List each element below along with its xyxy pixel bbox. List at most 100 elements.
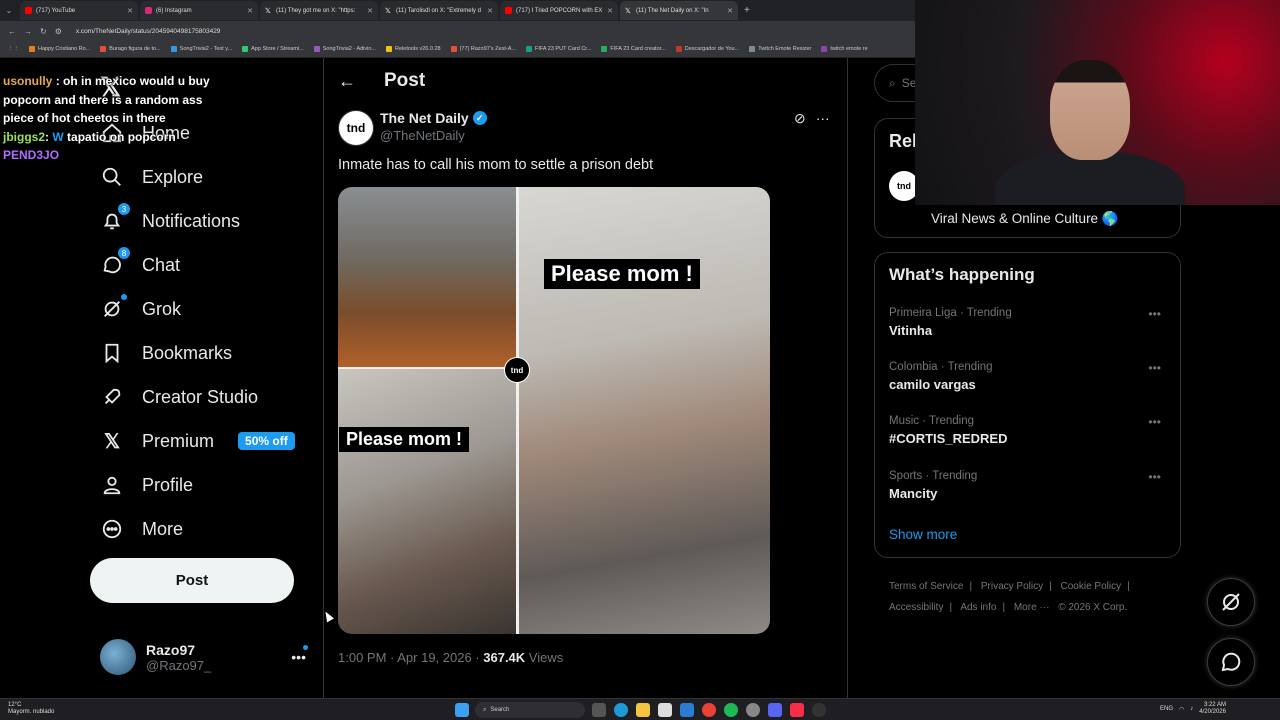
- bookmark-item[interactable]: FIFA 23 Card creator...: [601, 46, 666, 52]
- search-icon: ⌕: [889, 75, 896, 90]
- sidebar-item-notifications[interactable]: 3 Notifications: [100, 201, 240, 241]
- windows-start-icon[interactable]: [455, 703, 469, 717]
- trend-item[interactable]: Primeira Liga · Trending Vitinha •••: [889, 307, 1169, 338]
- tab-search-icon[interactable]: ⌄: [0, 6, 18, 15]
- more-dots-icon[interactable]: •••: [1148, 361, 1161, 375]
- bookmark-favicon-icon: [386, 46, 393, 52]
- more-dots-icon[interactable]: •••: [1148, 470, 1161, 484]
- author-avatar[interactable]: tnd: [338, 110, 374, 146]
- forward-icon[interactable]: →: [24, 27, 32, 36]
- footer-link[interactable]: More ···: [1014, 602, 1050, 613]
- more-dots-icon[interactable]: ···: [816, 110, 830, 127]
- x-icon: 𝕏: [265, 8, 271, 15]
- bookmark-item[interactable]: Twitch Emote Resizer: [749, 46, 811, 52]
- bookmarks-apps-icon[interactable]: ⋮⋮: [8, 46, 19, 52]
- more-dots-icon[interactable]: •••: [1148, 415, 1161, 429]
- messages-float-button[interactable]: [1207, 638, 1255, 686]
- post-button[interactable]: Post: [90, 558, 294, 603]
- new-tab-icon[interactable]: +: [744, 5, 750, 16]
- clock[interactable]: 3:22 AM 4/20/2026: [1199, 702, 1226, 716]
- grok-icon[interactable]: ⊘: [794, 110, 806, 127]
- close-tab-icon[interactable]: ✕: [607, 7, 613, 15]
- bookmark-favicon-icon: [601, 46, 608, 52]
- account-switcher[interactable]: Razo97 @Razo97_ •••: [100, 637, 310, 677]
- sidebar-item-more[interactable]: More: [100, 509, 183, 549]
- notification-badge: 3: [118, 203, 130, 215]
- settings-icon[interactable]: [746, 703, 760, 717]
- show-more-link[interactable]: Show more: [889, 527, 957, 542]
- whats-happening-card: What’s happening Primeira Liga · Trendin…: [874, 252, 1181, 558]
- footer-link[interactable]: Ads info: [960, 602, 996, 613]
- bookmark-item[interactable]: Happy Cristiano Ro...: [29, 46, 90, 52]
- tweet-media[interactable]: Please mom ! Please mom ! tnd: [338, 187, 770, 634]
- author-handle[interactable]: @TheNetDaily: [380, 128, 465, 143]
- sidebar-item-grok[interactable]: Grok: [100, 289, 181, 329]
- close-tab-icon[interactable]: ✕: [367, 7, 373, 15]
- bookmark-item[interactable]: SongTrivia2 - Test y...: [170, 46, 232, 52]
- browser-tab[interactable]: (717) I Tried POPCORN with EX ✕: [500, 1, 618, 20]
- sidebar-item-creator-studio[interactable]: Creator Studio: [100, 377, 258, 417]
- browser-tab[interactable]: 𝕏 (11) They got me on X: "https: ✕: [260, 1, 378, 20]
- language-indicator[interactable]: ENG: [1160, 706, 1173, 712]
- browser-tab[interactable]: (717) YouTube ✕: [20, 1, 138, 20]
- chat-badge-icon: W: [52, 129, 64, 144]
- browser-tab[interactable]: (6) Instagram ✕: [140, 1, 258, 20]
- obs-icon[interactable]: [812, 703, 826, 717]
- footer-link[interactable]: Accessibility: [889, 602, 943, 613]
- close-tab-icon[interactable]: ✕: [487, 7, 493, 15]
- webcam-overlay: [915, 0, 1280, 205]
- sidebar-item-premium[interactable]: 𝕏 Premium 50% off: [100, 421, 295, 461]
- close-tab-icon[interactable]: ✕: [247, 7, 253, 15]
- trend-item[interactable]: Music · Trending #CORTIS_REDRED •••: [889, 415, 1169, 446]
- bookmark-item[interactable]: twitch emote re: [821, 46, 868, 52]
- music-icon[interactable]: [790, 703, 804, 717]
- weather-widget[interactable]: 12°C Mayorm. nublado: [8, 702, 54, 716]
- edge-icon[interactable]: [614, 703, 628, 717]
- taskbar-search[interactable]: ⌕ Search: [475, 702, 585, 718]
- store-icon[interactable]: [658, 703, 672, 717]
- trend-item[interactable]: Sports · Trending Mancity •••: [889, 470, 1169, 501]
- discord-icon[interactable]: [768, 703, 782, 717]
- more-dots-icon[interactable]: •••: [291, 649, 306, 665]
- trend-item[interactable]: Colombia · Trending camilo vargas •••: [889, 361, 1169, 392]
- close-tab-icon[interactable]: ✕: [127, 7, 133, 15]
- wifi-icon[interactable]: ◠: [1179, 706, 1184, 713]
- file-explorer-icon[interactable]: [636, 703, 650, 717]
- grok-float-button[interactable]: [1207, 578, 1255, 626]
- close-tab-icon[interactable]: ✕: [727, 7, 733, 15]
- reload-icon[interactable]: ↻: [40, 27, 47, 36]
- footer-link[interactable]: Cookie Policy: [1061, 581, 1122, 592]
- premium-promo-badge: 50% off: [238, 432, 295, 450]
- bookmark-item[interactable]: App Store / Streami...: [242, 46, 304, 52]
- bookmark-favicon-icon: [100, 46, 107, 52]
- bookmark-item[interactable]: Descargador de You...: [675, 46, 739, 52]
- chat-icon: [1221, 652, 1241, 672]
- bookmark-item[interactable]: SongTrivia2 - Adivin...: [313, 46, 376, 52]
- volume-icon[interactable]: ♪: [1190, 706, 1193, 712]
- chrome-icon[interactable]: [702, 703, 716, 717]
- browser-tab[interactable]: 𝕏 (11) Tarolisdl on X: "Extremely d ✕: [380, 1, 498, 20]
- site-info-icon[interactable]: ⚙: [55, 27, 62, 36]
- footer-link[interactable]: Terms of Service: [889, 581, 963, 592]
- sidebar-item-profile[interactable]: Profile: [100, 465, 193, 505]
- spotify-icon[interactable]: [724, 703, 738, 717]
- sidebar-item-bookmarks[interactable]: Bookmarks: [100, 333, 232, 373]
- bookmark-item[interactable]: FIFA 23 PUT Card Cr...: [525, 46, 591, 52]
- url-field[interactable]: x.com/TheNetDaily/status/204594049817580…: [76, 28, 221, 35]
- back-arrow-icon[interactable]: ←: [338, 71, 356, 92]
- author-name[interactable]: The Net Daily ✓: [380, 110, 487, 126]
- post-header: ← Post: [338, 70, 425, 92]
- chat-message: jbiggs2: W tapatio on popcorn: [3, 129, 176, 144]
- bookmark-item[interactable]: Burago figura de to...: [100, 46, 161, 52]
- chat-message: PEND3JO: [3, 146, 218, 165]
- bookmark-item[interactable]: (77) Razo97's Zest-A...: [450, 46, 516, 52]
- mail-icon[interactable]: [680, 703, 694, 717]
- more-dots-icon[interactable]: •••: [1148, 307, 1161, 321]
- browser-tab-active[interactable]: 𝕏 (11) The Net Daily on X: "In ✕: [620, 1, 738, 20]
- bookmark-item[interactable]: Reletools v26.0.28: [386, 46, 441, 52]
- task-view-icon[interactable]: [592, 703, 606, 717]
- back-icon[interactable]: ←: [8, 27, 16, 36]
- sidebar-item-chat[interactable]: 8 Chat: [100, 245, 180, 285]
- chat-text: tapatio on popcorn: [67, 129, 176, 144]
- footer-link[interactable]: Privacy Policy: [981, 581, 1043, 592]
